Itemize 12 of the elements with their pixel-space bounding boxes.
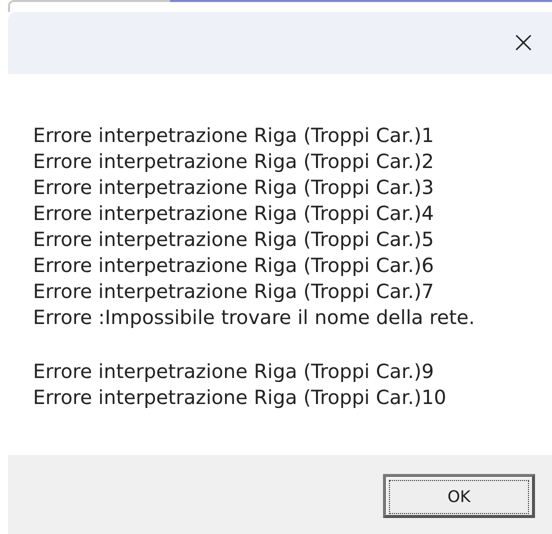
message-line: Errore interpetrazione Riga (Troppi Car.)2 [33,149,435,175]
message-line: Errore interpetrazione Riga (Troppi Car.)4 [33,201,435,227]
message-line: Errore interpetrazione Riga (Troppi Car.)9 [33,359,435,385]
message-line: Errore :Impossibile trovare il nome della rete. [33,305,476,331]
message-line: Errore interpetrazione Riga (Troppi Car.)10 [33,385,448,411]
message-line: Errore interpetrazione Riga (Troppi Car.)5 [33,227,435,253]
message-line: Errore interpetrazione Riga (Troppi Car.)6 [33,253,435,279]
message-line: Errore interpetrazione Riga (Troppi Car.)1 [33,123,435,149]
ok-button[interactable]: OK [383,474,535,518]
message-line: Errore interpetrazione Riga (Troppi Car.)7 [33,279,435,305]
close-button[interactable]: × [506,28,540,58]
message-line: Errore interpetrazione Riga (Troppi Car.)3 [33,175,435,201]
